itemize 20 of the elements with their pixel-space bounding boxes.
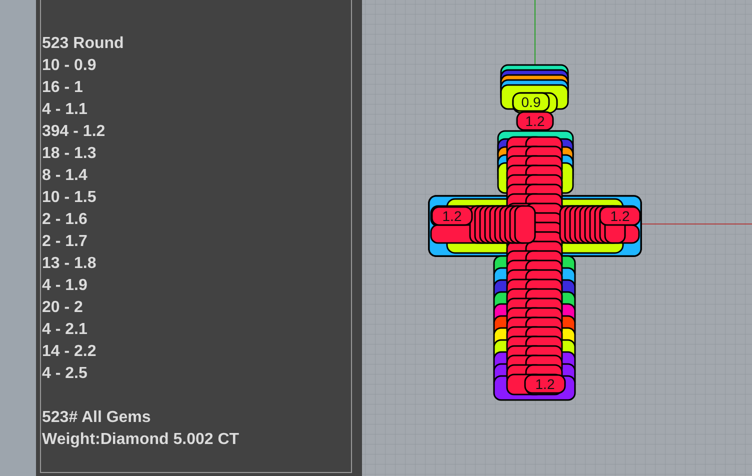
gem-count-line: 2 - 1.7 (42, 232, 88, 252)
gem-count-line: 8 - 1.4 (42, 166, 88, 186)
gem-count-line: 16 - 1 (42, 78, 84, 98)
gem-count-line: 4 - 2.1 (42, 320, 88, 340)
weight-line: Weight:Diamond 5.002 CT (42, 430, 240, 450)
gem-count-line: 394 - 1.2 (42, 122, 106, 142)
gem-count-line: 10 - 0.9 (42, 56, 98, 76)
report-heading: 523 Round (42, 34, 125, 54)
gem-count-line: 4 - 2.5 (42, 364, 88, 384)
y-axis (534, 0, 536, 66)
gem-count-line: 4 - 1.1 (42, 100, 88, 120)
gem-count-line: 14 - 2.2 (42, 342, 98, 362)
gem-count-line: 18 - 1.3 (42, 144, 98, 164)
gem-count-line: 10 - 1.5 (42, 188, 98, 208)
gem-count-line: 13 - 1.8 (42, 254, 98, 274)
gem-cross-drawing: 0.9 1.2 1.2 1.2 1.2 (429, 65, 641, 400)
total-gems-line: 523# All Gems (42, 408, 152, 428)
gem-count-line: 20 - 2 (42, 298, 84, 318)
gem-count-line: 2 - 1.6 (42, 210, 88, 230)
gem-count-line: 4 - 1.9 (42, 276, 88, 296)
